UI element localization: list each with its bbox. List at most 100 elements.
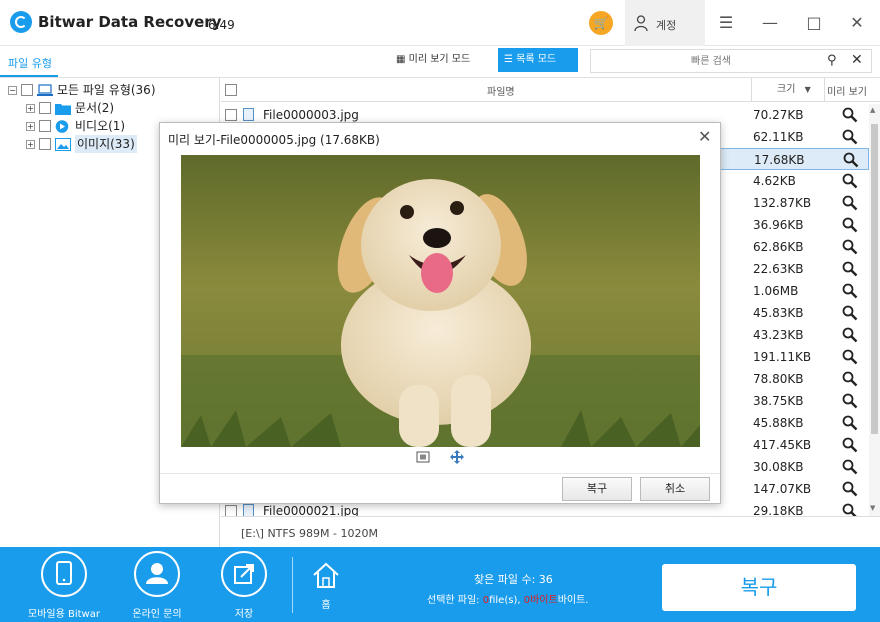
- column-filename[interactable]: 파일명: [487, 83, 515, 98]
- dialog-recover-button[interactable]: 복구: [562, 477, 632, 501]
- file-size: 38.75KB: [753, 394, 804, 408]
- cart-icon[interactable]: 🛒: [589, 11, 613, 35]
- preview-magnifier-icon[interactable]: [842, 327, 858, 343]
- preview-magnifier-icon[interactable]: [842, 437, 858, 453]
- scroll-thumb[interactable]: [871, 124, 878, 434]
- bottom-bar: 모바일용 Bitwar 온라인 문의 저장 홈 찾은 파일 수: 36 선택한 …: [0, 547, 880, 622]
- file-size: 4.62KB: [753, 174, 796, 188]
- puppy-photo: [181, 155, 700, 447]
- preview-magnifier-icon[interactable]: [842, 107, 858, 123]
- save-button[interactable]: 저장: [214, 551, 274, 620]
- video-icon: [55, 119, 69, 133]
- preview-magnifier-icon[interactable]: [843, 152, 859, 168]
- user-icon: [634, 15, 648, 31]
- tab-file-type[interactable]: 파일 유형: [8, 55, 52, 71]
- preview-magnifier-icon[interactable]: [842, 217, 858, 233]
- dialog-close-icon[interactable]: ✕: [698, 127, 711, 146]
- file-size: 45.88KB: [753, 416, 804, 430]
- tree-item-checkbox[interactable]: [39, 102, 51, 114]
- support-icon: [134, 551, 180, 597]
- file-size: 147.07KB: [753, 482, 812, 496]
- computer-icon: [37, 83, 53, 96]
- home-label: 홈: [321, 600, 331, 611]
- online-label: 온라인 문의: [132, 609, 182, 620]
- tree-item-checkbox[interactable]: [39, 120, 51, 132]
- account-label: 계정: [656, 19, 677, 32]
- preview-magnifier-icon[interactable]: [842, 173, 858, 189]
- list-mode-label: 목록 모드: [516, 54, 557, 65]
- partition-info: [E:\] NTFS 989M - 1020M: [241, 527, 378, 540]
- dialog-cancel-button[interactable]: 취소: [640, 477, 710, 501]
- expand-icon[interactable]: +: [26, 139, 35, 149]
- preview-magnifier-icon[interactable]: [842, 195, 858, 211]
- tree-root-checkbox[interactable]: [21, 84, 33, 96]
- online-support-button[interactable]: 온라인 문의: [118, 551, 196, 620]
- preview-magnifier-icon[interactable]: [842, 481, 858, 497]
- row-checkbox[interactable]: [225, 505, 237, 516]
- preview-magnifier-icon[interactable]: [842, 415, 858, 431]
- list-mode-button[interactable]: ☰ 목록 모드: [498, 48, 578, 72]
- select-all-checkbox[interactable]: [225, 84, 237, 96]
- selected-summary: 선택한 파일: 0file(s), 0바이트바이트.: [427, 591, 588, 606]
- close-icon[interactable]: ✕: [843, 10, 871, 36]
- clear-search-icon[interactable]: ✕: [851, 52, 863, 68]
- list-icon: ☰: [504, 54, 513, 65]
- tree-root[interactable]: − 모든 파일 유형(36): [8, 81, 156, 99]
- preview-magnifier-icon[interactable]: [842, 503, 858, 516]
- preview-mode-button[interactable]: ▦ 미리 보기 모드: [390, 48, 490, 72]
- collapse-icon[interactable]: −: [8, 85, 17, 95]
- image-icon: [55, 137, 71, 151]
- home-button[interactable]: 홈: [306, 561, 346, 611]
- preview-magnifier-icon[interactable]: [842, 371, 858, 387]
- tree-item-checkbox[interactable]: [39, 138, 51, 150]
- file-size: 132.87KB: [753, 196, 812, 210]
- save-label: 저장: [234, 609, 254, 620]
- scrollbar[interactable]: ▲ ▼: [869, 104, 880, 516]
- app-version: 6.49: [208, 18, 235, 32]
- bottom-divider: [292, 557, 293, 613]
- menu-icon[interactable]: ☰: [712, 10, 740, 36]
- scroll-up-icon[interactable]: ▲: [870, 106, 875, 114]
- mobile-label: 모바일용 Bitwar: [28, 609, 100, 620]
- scroll-down-icon[interactable]: ▼: [870, 504, 875, 512]
- preview-magnifier-icon[interactable]: [842, 393, 858, 409]
- preview-magnifier-icon[interactable]: [842, 283, 858, 299]
- preview-magnifier-icon[interactable]: [842, 129, 858, 145]
- file-table-header: 파일명 크기 ▼ 미리 보기: [221, 78, 880, 102]
- preview-magnifier-icon[interactable]: [842, 239, 858, 255]
- account-button[interactable]: 계정: [625, 0, 705, 46]
- tree-item-label: 문서(2): [75, 101, 115, 115]
- file-size: 70.27KB: [753, 108, 804, 122]
- tree-item-documents[interactable]: + 문서(2): [26, 99, 114, 117]
- column-size-label: 크기: [777, 84, 796, 95]
- maximize-icon[interactable]: □: [800, 10, 828, 36]
- expand-icon[interactable]: +: [26, 103, 35, 113]
- file-size: 62.11KB: [753, 130, 804, 144]
- tree-item-images[interactable]: + 이미지(33): [26, 135, 137, 153]
- actual-size-icon[interactable]: [450, 450, 464, 464]
- expand-icon[interactable]: +: [26, 121, 35, 131]
- row-checkbox[interactable]: [225, 109, 237, 121]
- tree-item-video[interactable]: + 비디오(1): [26, 117, 125, 135]
- tree-item-label: 이미지(33): [75, 135, 137, 153]
- file-name: File0000021.jpg: [263, 504, 359, 516]
- file-size: 22.63KB: [753, 262, 804, 276]
- tree-root-label: 모든 파일 유형(36): [57, 83, 156, 97]
- search-icon[interactable]: ⚲: [827, 53, 837, 68]
- fit-screen-icon[interactable]: [416, 451, 430, 463]
- image-file-icon: [243, 504, 254, 516]
- preview-magnifier-icon[interactable]: [842, 459, 858, 475]
- preview-magnifier-icon[interactable]: [842, 349, 858, 365]
- mobile-bitwar-button[interactable]: 모바일용 Bitwar: [18, 551, 110, 620]
- selected-suffix: 바이트.: [557, 595, 589, 606]
- preview-magnifier-icon[interactable]: [842, 261, 858, 277]
- search-input[interactable]: [591, 50, 811, 72]
- minimize-icon[interactable]: —: [756, 10, 784, 36]
- file-size: 36.96KB: [753, 218, 804, 232]
- file-size: 417.45KB: [753, 438, 812, 452]
- preview-magnifier-icon[interactable]: [842, 305, 858, 321]
- column-size[interactable]: 크기 ▼: [751, 78, 825, 102]
- column-preview: 미리 보기: [827, 87, 867, 98]
- recover-button[interactable]: 복구: [662, 564, 856, 611]
- tree-item-label: 비디오(1): [75, 119, 126, 133]
